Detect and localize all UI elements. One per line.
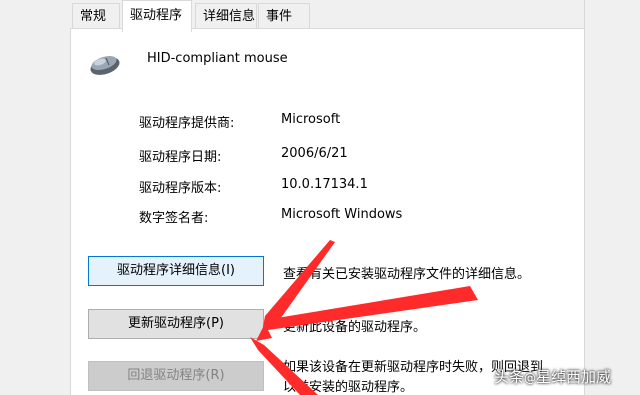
update-driver-description: 更新此设备的驱动程序。 [283, 320, 427, 335]
rollback-driver-button[interactable]: 回退驱动程序(R) [88, 361, 264, 391]
tab-driver[interactable]: 驱动程序 [122, 0, 192, 32]
driver-version-value: 10.0.17134.1 [281, 177, 368, 192]
driver-details-description: 查看有关已安装驱动程序文件的详细信息。 [283, 267, 531, 282]
driver-date-value: 2006/6/21 [281, 146, 348, 161]
device-name: HID-compliant mouse [147, 51, 288, 66]
digital-signer-label: 数字签名者: [139, 211, 209, 226]
driver-date-label: 驱动程序日期: [139, 150, 222, 165]
watermark-text-2: 星绰西加威 [536, 368, 612, 386]
dialog-right-edge [584, 0, 640, 395]
driver-properties-dialog: 常规 驱动程序 详细信息 事件 HID-compliant mouse 驱动程序… [0, 0, 640, 395]
driver-version-label: 驱动程序版本: [139, 181, 222, 196]
watermark-text-1: 头条 [494, 368, 525, 386]
driver-provider-value: Microsoft [281, 112, 341, 127]
digital-signer-value: Microsoft Windows [281, 207, 403, 222]
tab-events[interactable]: 事件 [258, 3, 310, 28]
driver-details-button[interactable]: 驱动程序详细信息(I) [88, 256, 264, 286]
watermark: 头条@星绰西加威 [494, 366, 611, 387]
update-driver-button[interactable]: 更新驱动程序(P) [88, 309, 264, 339]
mouse-icon [90, 56, 120, 75]
tab-details[interactable]: 详细信息 [195, 3, 257, 28]
tab-general[interactable]: 常规 [72, 3, 120, 28]
watermark-at: @ [524, 371, 537, 385]
driver-provider-label: 驱动程序提供商: [139, 116, 235, 131]
